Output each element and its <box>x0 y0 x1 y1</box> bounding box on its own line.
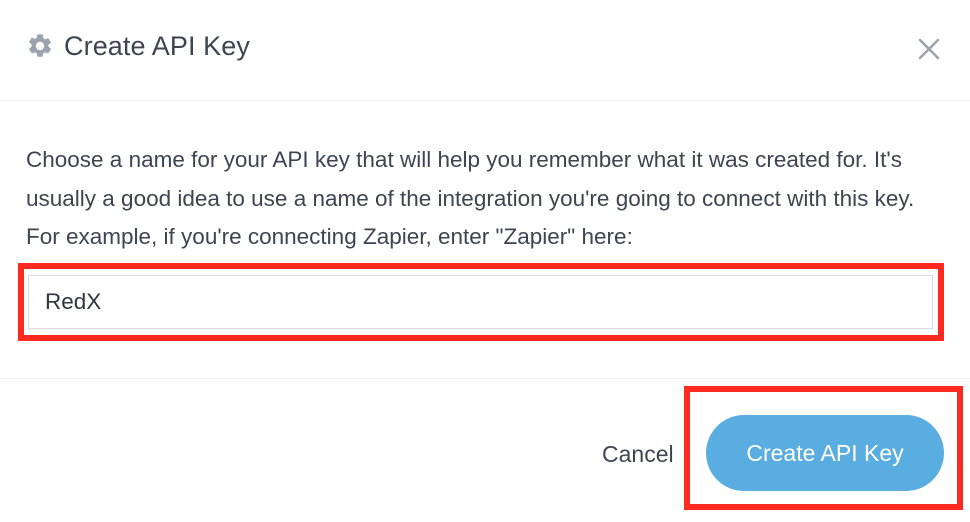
close-icon <box>917 37 941 66</box>
create-api-key-button[interactable]: Create API Key <box>706 415 944 491</box>
dialog-header: Create API Key <box>0 0 970 101</box>
api-key-name-input[interactable] <box>28 275 933 329</box>
dialog-body: Choose a name for your API key that will… <box>0 101 970 379</box>
gear-icon <box>26 32 54 60</box>
dialog-title: Create API Key <box>64 30 250 61</box>
instructions-text: Choose a name for your API key that will… <box>26 147 915 249</box>
cancel-button[interactable]: Cancel <box>598 434 678 474</box>
create-api-key-dialog: Create API Key Choose a name for your AP… <box>0 0 970 522</box>
dialog-title-group: Create API Key <box>26 28 250 64</box>
close-button[interactable] <box>912 34 946 68</box>
